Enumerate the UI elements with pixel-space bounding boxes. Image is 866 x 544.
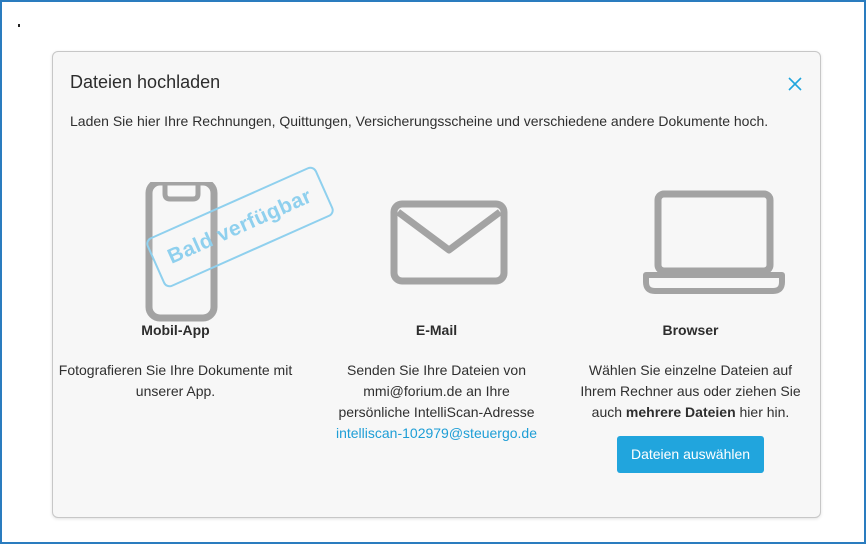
option-text: Senden Sie Ihre Dateien von mmi@forium.d… (309, 360, 564, 444)
laptop-icon-wrap (563, 182, 818, 322)
dialog-description: Laden Sie hier Ihre Rechnungen, Quittung… (70, 113, 769, 129)
option-text-line: Senden Sie Ihre Dateien von (346, 362, 526, 378)
intelliscan-address-link[interactable]: intelliscan-102979@steuergo.de (309, 423, 564, 444)
text-prefix: auch (591, 404, 623, 420)
option-text-line: auch mehrere Dateien hier hin. (563, 402, 818, 423)
option-text-line: mmi@forium.de an Ihre (363, 383, 510, 399)
page-frame: Dateien hochladen Laden Sie hier Ihre Re… (0, 0, 866, 544)
option-text: Fotografieren Sie Ihre Dokumente mit uns… (48, 360, 303, 402)
option-title: Browser (662, 322, 719, 338)
option-text-line: Wählen Sie einzelne Dateien auf (588, 362, 793, 378)
option-text-content: Fotografieren Sie Ihre Dokumente mit uns… (58, 362, 293, 399)
cursor-dot (18, 24, 20, 27)
option-text-line: Ihrem Rechner aus oder ziehen Sie (580, 383, 801, 399)
option-text-line: persönliche IntelliScan-Adresse (338, 404, 535, 420)
text-bold: mehrere Dateien (625, 404, 736, 420)
select-files-button[interactable]: Dateien auswählen (616, 436, 765, 473)
option-email: E-Mail Senden Sie Ihre Dateien von mmi@f… (309, 182, 564, 444)
option-text: Wählen Sie einzelne Dateien auf Ihrem Re… (563, 360, 818, 473)
close-icon[interactable] (787, 76, 803, 92)
laptop-icon (643, 190, 785, 294)
option-browser: Browser Wählen Sie einzelne Dateien auf … (563, 182, 818, 473)
envelope-icon-wrap (309, 182, 564, 322)
text-suffix: hier hin. (739, 404, 790, 420)
dialog-title: Dateien hochladen (70, 72, 221, 92)
envelope-icon (390, 200, 508, 285)
upload-dialog: Dateien hochladen Laden Sie hier Ihre Re… (52, 51, 821, 518)
option-title: Mobil-App (141, 322, 210, 338)
option-title: E-Mail (415, 322, 458, 338)
